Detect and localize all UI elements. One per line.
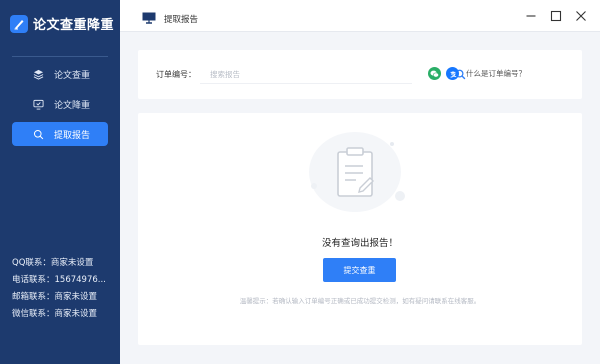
app-logo-icon [10,14,28,33]
maximize-icon [550,7,562,26]
sidebar-item-label: 提取报告 [54,130,91,141]
submit-check-button[interactable]: 提交查重 [323,258,396,282]
alipay-icon [446,67,459,80]
contact-info: QQ联系：商家未设置 电话联系：15674976... 邮箱联系：商家未设置 微… [12,255,112,323]
empty-state-message: 没有查询出报告！ [321,238,398,249]
brand: 论文查重降重 [10,14,114,33]
sidebar-nav: 论文查重 论文降重 提取报告 [12,62,108,152]
search-report-icon [32,128,44,140]
minimize-icon [525,7,537,26]
page-title-wrap: 提取报告 [142,9,198,28]
close-button[interactable] [574,9,588,23]
contact-qq: QQ联系：商家未设置 [12,258,94,268]
tip-text: 温馨提示：若确认输入订单编号正确或已成功提交检测，如有疑问请联系在线客服。 [239,297,481,305]
desktop-icon [142,9,156,28]
sidebar-item-check[interactable]: 论文查重 [12,62,108,86]
sidebar-item-label: 论文降重 [54,100,91,111]
monitor-icon [32,98,44,110]
close-icon [575,7,587,26]
order-number-label: 订单编号： [156,70,196,79]
search-input-wrap [200,64,465,84]
sidebar-item-extract[interactable]: 提取报告 [12,122,108,146]
contact-wechat: 微信联系：商家未设置 [12,309,98,319]
result-panel: 没有查询出报告！ 提交查重 温馨提示：若确认输入订单编号正确或已成功提交检测，如… [138,113,582,345]
order-search-input[interactable] [210,68,380,81]
order-help[interactable]: 什么是订单编号？ [428,67,526,80]
sidebar-divider [12,56,108,57]
contact-phone: 电话联系：15674976... [12,275,106,285]
wechat-icon [428,67,441,80]
layers-icon [32,68,44,80]
search-panel: 订单编号： 什么是订单编号？ [138,50,582,99]
sidebar: 论文查重降重 论文查重 论文降重 提取报告 QQ联系：商家未设置 电话联系：15… [0,0,120,364]
contact-email: 邮箱联系：商家未设置 [12,292,98,302]
maximize-button[interactable] [549,9,563,23]
sidebar-item-reduce[interactable]: 论文降重 [12,92,108,116]
sidebar-item-label: 论文查重 [54,70,91,81]
page-title: 提取报告 [164,14,199,25]
title-bar: 提取报告 [120,0,600,32]
app-title: 论文查重降重 [33,18,115,33]
empty-report-illustration [309,132,405,212]
order-help-link[interactable]: 什么是订单编号？ [466,68,526,79]
minimize-button[interactable] [524,9,538,23]
